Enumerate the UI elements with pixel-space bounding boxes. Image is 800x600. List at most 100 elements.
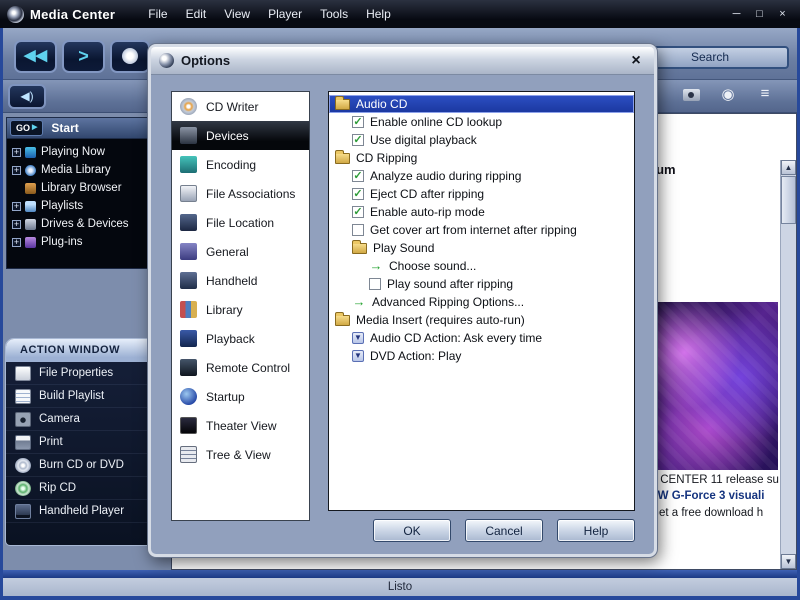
tree-item-play-sound-after-ripping[interactable]: Play sound after ripping [329, 275, 634, 293]
tree-item-cd-ripping[interactable]: CD Ripping [329, 149, 634, 167]
action-window-items: File Properties Build Playlist Camera Print… [6, 362, 169, 523]
category-file-location[interactable]: File Location [172, 208, 309, 237]
menu-file[interactable]: File [139, 4, 176, 24]
media-library-icon [25, 164, 36, 176]
expander-icon[interactable]: + [12, 219, 21, 229]
go-button[interactable]: GO ▶ [10, 120, 44, 136]
titlebar: Media Center File Edit View Player Tools Help… [0, 0, 800, 28]
file-properties-icon [15, 365, 31, 381]
checkbox-unchecked-icon[interactable] [352, 224, 364, 236]
tree-item-play-sound[interactable]: Play Sound [329, 239, 634, 257]
category-label: Startup [206, 389, 245, 404]
sidebar-item-media-library[interactable]: + Media Library [7, 161, 167, 179]
tree-item-analyze-audio-during-ripping[interactable]: ✓ Analyze audio during ripping [329, 167, 634, 185]
menu-tools[interactable]: Tools [311, 4, 357, 24]
tree-item-advanced-ripping-options[interactable]: → Advanced Ripping Options... [329, 293, 634, 311]
sidebar-item-playlists[interactable]: + Playlists [7, 197, 167, 215]
expander-icon[interactable]: + [12, 165, 21, 175]
category-remote-control[interactable]: Remote Control [172, 353, 309, 382]
sidebar-start-header[interactable]: GO ▶ Start [6, 117, 168, 139]
file-location-icon [180, 214, 197, 231]
menu-view[interactable]: View [215, 4, 259, 24]
action-item-handheld-player[interactable]: Handheld Player [6, 500, 169, 523]
tree-item-use-digital-playback[interactable]: ✓ Use digital playback [329, 131, 634, 149]
sidebar-item-playing-now[interactable]: + Playing Now [7, 143, 167, 161]
tree-item-choose-sound[interactable]: → Choose sound... [329, 257, 634, 275]
action-item-print[interactable]: Print [6, 431, 169, 454]
expander-icon[interactable]: + [12, 237, 21, 247]
scrollbar-thumb[interactable] [781, 176, 796, 224]
expander-icon[interactable]: + [12, 147, 21, 157]
tree-item-label: Use digital playback [370, 133, 477, 147]
checkbox-checked-icon[interactable]: ✓ [352, 188, 364, 200]
ok-button[interactable]: OK [373, 519, 451, 542]
category-general[interactable]: General [172, 237, 309, 266]
round-button[interactable] [110, 40, 150, 73]
checkbox-checked-icon[interactable]: ✓ [352, 170, 364, 182]
action-item-file-properties[interactable]: File Properties [6, 362, 169, 385]
category-tree-view[interactable]: Tree & View [172, 440, 309, 469]
film-reel-icon[interactable]: ◉ [715, 85, 741, 107]
app-logo-icon [7, 5, 24, 23]
tree-item-dvd-action-play[interactable]: ▼ DVD Action: Play [329, 347, 634, 365]
category-startup[interactable]: Startup [172, 382, 309, 411]
forward-button[interactable]: > [62, 40, 105, 73]
speaker-button[interactable]: ◀) [8, 84, 46, 109]
checkbox-checked-icon[interactable]: ✓ [352, 206, 364, 218]
playing-now-icon [25, 146, 36, 158]
tree-item-enable-auto-rip-mode[interactable]: ✓ Enable auto-rip mode [329, 203, 634, 221]
category-playback[interactable]: Playback [172, 324, 309, 353]
action-item-label: Print [39, 436, 63, 448]
expander-icon[interactable]: + [12, 201, 21, 211]
action-window-title: ACTION WINDOW [6, 339, 169, 362]
category-label: File Associations [206, 186, 296, 201]
maximize-button[interactable]: □ [750, 6, 769, 23]
menu-player[interactable]: Player [259, 4, 311, 24]
menu-edit[interactable]: Edit [177, 4, 216, 24]
dropdown-icon[interactable]: ▼ [352, 350, 364, 362]
checkbox-checked-icon[interactable]: ✓ [352, 116, 364, 128]
sidebar-item-plug-ins[interactable]: + Plug-ins [7, 233, 167, 251]
category-handheld[interactable]: Handheld [172, 266, 309, 295]
tree-item-media-insert-requires-auto-run[interactable]: Media Insert (requires auto-run) [329, 311, 634, 329]
checkbox-unchecked-icon[interactable] [369, 278, 381, 290]
help-button[interactable]: Help [557, 519, 635, 542]
cancel-button[interactable]: Cancel [465, 519, 543, 542]
tree-item-audio-cd[interactable]: Audio CD [329, 95, 634, 113]
minimize-button[interactable]: ─ [727, 6, 746, 23]
folder-icon [335, 311, 350, 326]
options-dialog-titlebar[interactable]: Options × [151, 47, 654, 75]
menu-help[interactable]: Help [357, 4, 400, 24]
category-library[interactable]: Library [172, 295, 309, 324]
sidebar-item-drives-devices[interactable]: + Drives & Devices [7, 215, 167, 233]
print-icon [15, 434, 31, 450]
action-item-build-playlist[interactable]: Build Playlist [6, 385, 169, 408]
playlist-icon[interactable]: ≡ [752, 85, 778, 107]
action-item-rip-cd[interactable]: Rip CD [6, 477, 169, 500]
sidebar-item-library-browser[interactable]: +Library Browser [7, 179, 167, 197]
action-item-camera[interactable]: Camera [6, 408, 169, 431]
tree-item-label: Enable online CD lookup [370, 115, 503, 129]
category-devices[interactable]: Devices [172, 121, 309, 150]
dropdown-icon[interactable]: ▼ [352, 332, 364, 344]
tree-item-eject-cd-after-ripping[interactable]: ✓ Eject CD after ripping [329, 185, 634, 203]
tree-item-get-cover-art-from-internet-after-ripping[interactable]: Get cover art from internet after rippin… [329, 221, 634, 239]
tree-item-enable-online-cd-lookup[interactable]: ✓ Enable online CD lookup [329, 113, 634, 131]
green-arrow-icon: → [352, 294, 366, 309]
back-button[interactable]: ◀◀ [14, 40, 57, 73]
category-theater-view[interactable]: Theater View [172, 411, 309, 440]
dialog-close-button[interactable]: × [626, 52, 646, 70]
scroll-down-icon[interactable]: ▼ [781, 554, 796, 569]
devices-icon [180, 127, 197, 144]
close-button[interactable]: × [773, 6, 792, 23]
tree-item-audio-cd-action-ask-every-time[interactable]: ▼ Audio CD Action: Ask every time [329, 329, 634, 347]
category-encoding[interactable]: Encoding [172, 150, 309, 179]
content-scrollbar[interactable]: ▲ ▼ [780, 160, 796, 569]
category-cd-writer[interactable]: CD Writer [172, 92, 309, 121]
category-label: General [206, 244, 249, 259]
category-file-associations[interactable]: File Associations [172, 179, 309, 208]
scroll-up-icon[interactable]: ▲ [781, 160, 796, 175]
camera-toolbar-icon[interactable] [678, 85, 704, 107]
action-item-burn-cd-or-dvd[interactable]: Burn CD or DVD [6, 454, 169, 477]
checkbox-checked-icon[interactable]: ✓ [352, 134, 364, 146]
